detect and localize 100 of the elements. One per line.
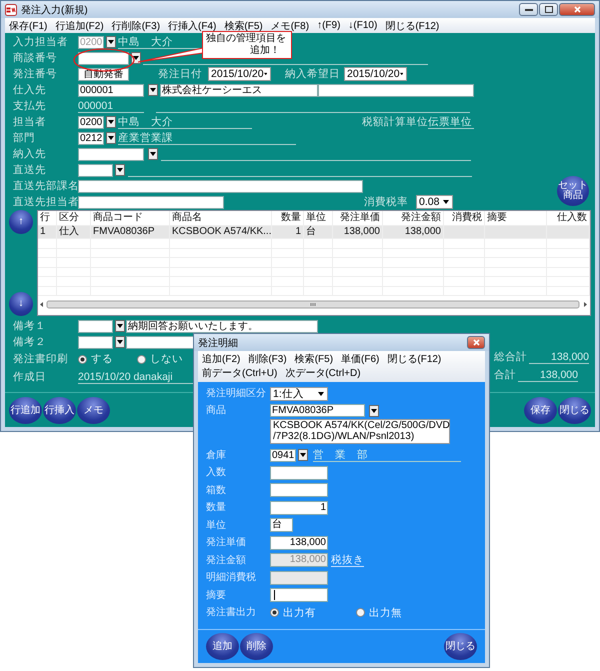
input-field[interactable]: 138,000 [270,536,328,550]
menu-item[interactable]: 行挿入(F4) [164,18,220,32]
menu-item[interactable]: 保存(F1) [5,18,52,32]
field-label: 発注明細区分 [206,386,267,402]
close-icon [574,6,580,13]
table-cell: 1 [38,226,57,238]
menu-item[interactable]: 閉じる(F12) [381,18,444,32]
round-button[interactable]: 追加 [206,633,239,660]
input-field[interactable] [270,466,328,480]
column-header[interactable]: 単位 [304,211,333,225]
menu-item[interactable]: 検索(F5) [290,352,338,366]
dropdown-button[interactable] [148,148,158,160]
dropdown-button[interactable] [148,84,158,96]
close-button[interactable] [467,336,485,349]
menu-item[interactable]: 次データ(Ctrl+D) [281,366,365,380]
round-button[interactable]: ↓ [9,292,33,316]
input-field[interactable]: 000001 [78,84,144,96]
date-picker[interactable]: 2015/10/20 [344,67,407,81]
column-header[interactable]: 消費税 [444,211,485,225]
menu-item[interactable]: 行削除(F3) [108,18,164,32]
radio-label: 出力無 [369,606,402,620]
column-header[interactable]: 商品コード [91,211,170,225]
caret-icon [117,324,123,328]
input-field[interactable] [270,588,328,602]
input-field[interactable]: 0212 [78,132,104,144]
input-field[interactable] [78,320,113,332]
input-field[interactable]: 0941 [270,448,296,462]
round-button[interactable]: 閉じる [558,397,591,424]
field-label: 単位 [206,518,227,533]
round-button[interactable]: 行挿入 [43,397,76,424]
input-field[interactable]: FMVA08036P [270,404,365,417]
round-button[interactable]: ↑ [9,210,33,234]
caret-icon [371,408,377,412]
input-field[interactable] [78,196,224,208]
dropdown-button[interactable] [115,320,125,332]
column-header[interactable]: 区分 [57,211,91,225]
column-header[interactable]: 発注金額 [383,211,444,225]
dropdown-button[interactable] [106,116,116,128]
menu-item[interactable]: 行追加(F2) [51,18,108,32]
input-field[interactable]: 株式会社ケーシーエス [160,84,318,96]
menu-item[interactable]: 削除(F3) [244,352,291,366]
input-field[interactable]: 0200 [78,116,104,128]
select-box[interactable]: 1:仕入 [270,386,328,401]
close-button[interactable] [559,3,595,16]
table-cell: FMVA08036P [91,226,170,238]
column-header[interactable]: 発注単価 [333,211,383,225]
input-field[interactable]: 台 [270,518,293,532]
round-button[interactable]: 削除 [240,633,273,660]
radio-button[interactable] [270,608,279,618]
input-field[interactable] [78,180,363,192]
round-button[interactable]: セット商品 [557,176,589,206]
round-button[interactable]: 閉じる [444,633,477,660]
round-button[interactable]: 保存 [524,397,557,424]
caret-icon [443,200,449,204]
menu-item[interactable]: ↑(F9) [313,20,344,31]
column-header[interactable]: 仕入数 [547,211,590,225]
input-field[interactable] [78,52,129,64]
input-field[interactable]: 1 [270,500,328,515]
round-button[interactable]: メモ [77,397,110,424]
field-label: 発注書出力 [206,606,257,620]
dropdown-button[interactable] [369,404,379,416]
menu-item[interactable]: 前データ(Ctrl+U) [198,366,282,380]
input-field[interactable] [78,336,113,348]
radio-button[interactable] [356,608,365,618]
menu-item[interactable]: メモ(F8) [266,18,314,32]
dropdown-button[interactable] [115,164,125,176]
radio-button[interactable] [78,354,87,364]
column-header[interactable]: 行 [38,211,57,225]
input-field[interactable] [78,164,113,176]
menu-item[interactable]: 追加(F2) [198,352,244,366]
date-picker[interactable]: 2015/10/20 [208,67,271,81]
menu-item[interactable]: 閉じる(F12) [383,352,446,366]
menu-item[interactable]: 検索(F5) [220,18,267,32]
field-label: 担当者 [13,115,47,129]
input-field[interactable] [78,148,144,160]
round-button[interactable]: 行追加 [9,397,42,424]
column-header[interactable]: 摘要 [485,211,547,225]
dropdown-button[interactable] [115,336,125,348]
menu-item[interactable]: 単価(F6) [337,352,384,366]
column-header[interactable]: 商品名 [170,211,272,225]
input-field[interactable] [270,483,328,498]
dropdown-button[interactable] [106,36,116,48]
maximize-button[interactable] [539,3,558,16]
menu-item[interactable]: ↓(F10) [344,20,382,31]
minimize-button[interactable] [519,3,538,16]
dropdown-button[interactable] [298,449,308,462]
column-header[interactable]: 数量 [272,211,304,225]
dropdown-button[interactable] [106,132,116,144]
field-label: 直送先 [13,163,47,177]
field-label: 作成日 [13,370,47,384]
select-box[interactable]: 0.08 [416,195,453,209]
table-row[interactable]: 1 仕入 FMVA08036P KCSBOOK A574/KK... 1 台 138,000 138,000 [38,226,590,239]
caret-icon [264,72,267,76]
name-text: 中島 大介 [118,116,252,128]
input-field[interactable]: 納期回答お願いいたします。 [126,320,318,332]
field-label: 仕入先 [13,83,47,97]
field-label: 入力担当者 [13,35,69,49]
input-field[interactable] [318,84,474,96]
caret-icon [150,88,156,92]
radio-button[interactable] [137,354,146,364]
